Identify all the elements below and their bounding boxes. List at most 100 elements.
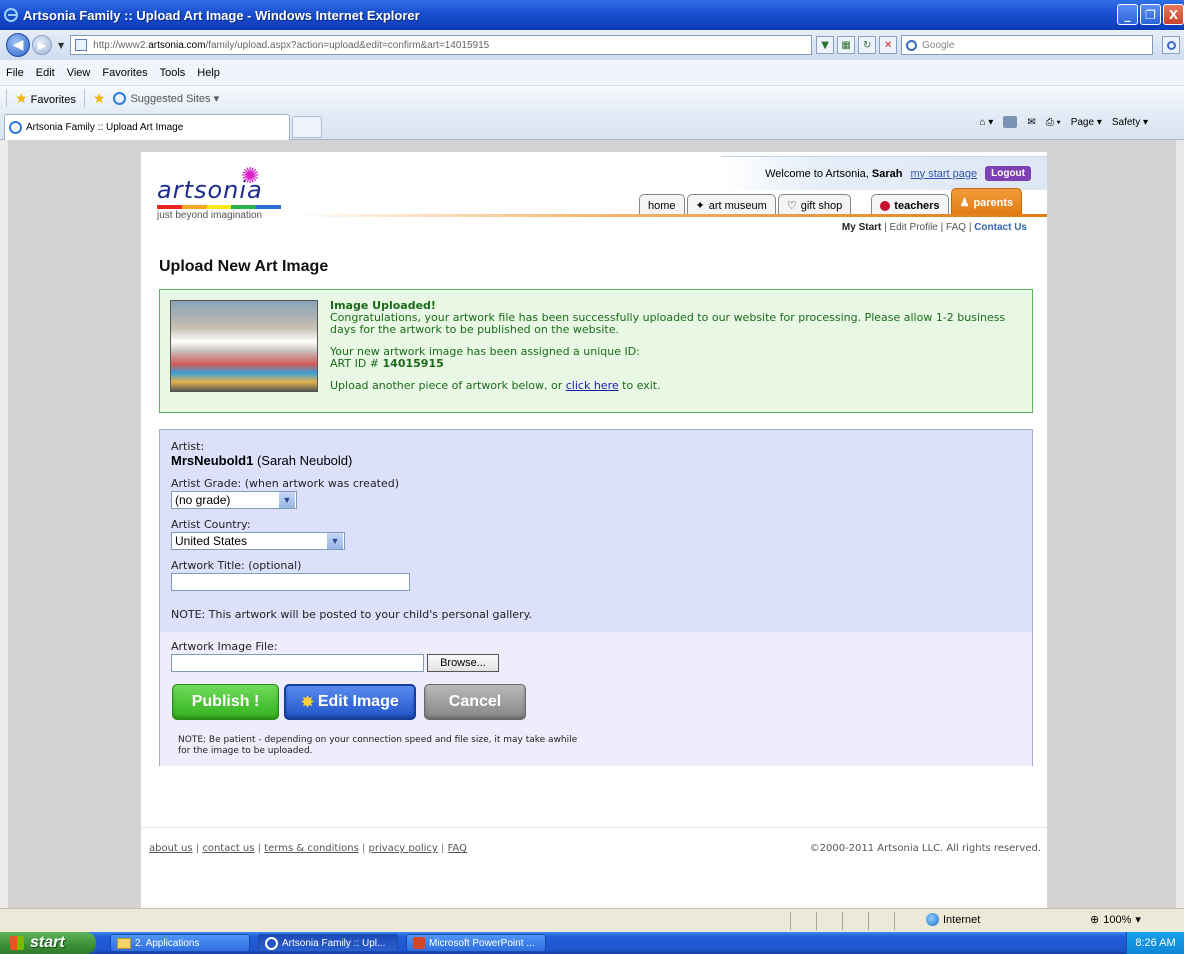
compatibility-view-icon[interactable]: ▦	[837, 36, 856, 54]
new-tab-button[interactable]	[292, 116, 322, 138]
art-id-value: 14015915	[382, 357, 444, 370]
status-segment	[842, 912, 868, 930]
success-body: Congratulations, your artwork file has b…	[330, 311, 1006, 336]
logo-wordmark: artsonia	[157, 176, 263, 204]
url-prefix: http://www2.	[93, 39, 149, 51]
footer-faq[interactable]: FAQ	[448, 843, 467, 854]
ie-logo-icon	[4, 8, 18, 22]
grade-select[interactable]: (no grade) ▼	[171, 491, 297, 509]
system-tray-clock[interactable]: 8:26 AM	[1126, 932, 1184, 954]
nav-parents[interactable]: ♟ parents	[950, 188, 1023, 216]
footer-links: about us | contact us | terms & conditio…	[149, 843, 467, 854]
history-dropdown-icon[interactable]: ▼	[58, 41, 64, 50]
suggested-sites-label: Suggested Sites ▾	[130, 92, 220, 105]
tab-artsonia[interactable]: Artsonia Family :: Upload Art Image	[4, 114, 290, 140]
subnav-sep: |	[937, 222, 947, 233]
nav-parents-label: parents	[973, 196, 1014, 209]
address-bar-row: ◀ ▶ ▼ http://www2. artsonia.com/family/up…	[0, 30, 1184, 60]
command-bar: ⌂ ▾ ✉ ⎙ ▾ Page ▾ Safety ▾	[979, 116, 1148, 128]
country-select[interactable]: United States ▼	[171, 532, 345, 550]
read-mail-icon[interactable]: ✉	[1027, 117, 1035, 128]
address-input[interactable]: http://www2. artsonia.com/family/upload.a…	[70, 35, 813, 55]
taskbar-item-label: Microsoft PowerPoint ...	[429, 937, 535, 949]
footer-contact-us[interactable]: contact us	[202, 843, 254, 854]
subnav-edit-profile[interactable]: Edit Profile	[890, 222, 938, 233]
security-zone[interactable]: Internet	[926, 913, 980, 926]
taskbar-item-powerpoint[interactable]: Microsoft PowerPoint ...	[406, 934, 546, 952]
menu-file[interactable]: File	[6, 67, 24, 79]
artwork-title-input[interactable]	[171, 573, 410, 591]
footer-about-us[interactable]: about us	[149, 843, 193, 854]
footer-terms[interactable]: terms & conditions	[264, 843, 359, 854]
parents-icon: ♟	[959, 197, 970, 209]
search-input[interactable]: Google	[901, 35, 1154, 55]
zoom-control[interactable]: ⊕ 100% ▾	[1090, 913, 1141, 927]
footer-privacy[interactable]: privacy policy	[369, 843, 438, 854]
menu-bar: File Edit View Favorites Tools Help	[0, 60, 1184, 86]
feeds-icon[interactable]	[1003, 116, 1018, 128]
gift-shop-icon: ♡	[786, 200, 797, 212]
windows-flag-icon	[10, 936, 24, 950]
start-button[interactable]: start	[0, 932, 96, 954]
vertical-scrollbar[interactable]	[1176, 140, 1184, 908]
artsonia-logo[interactable]: artsonia just beyond imagination	[157, 176, 281, 221]
exit-link[interactable]: click here	[566, 379, 619, 392]
forward-button[interactable]: ▶	[32, 35, 52, 55]
browse-button[interactable]: Browse...	[427, 654, 499, 672]
artist-name: MrsNeubold1 (Sarah Neubold)	[171, 453, 352, 468]
tab-ie-icon	[9, 121, 22, 134]
my-start-page-link[interactable]: my start page	[910, 168, 977, 180]
stop-icon[interactable]: ✕	[879, 36, 898, 54]
edit-image-label: Edit Image	[317, 693, 399, 710]
subnav-contact-us[interactable]: Contact Us	[974, 222, 1027, 233]
logout-button[interactable]: Logout	[985, 166, 1031, 181]
print-icon[interactable]: ⎙ ▾	[1046, 117, 1061, 128]
publish-button[interactable]: Publish !	[172, 684, 279, 720]
menu-edit[interactable]: Edit	[36, 67, 55, 79]
minimize-button[interactable]: _	[1117, 4, 1138, 25]
back-button[interactable]: ◀	[6, 33, 30, 57]
taskbar-item-artsonia[interactable]: Artsonia Family :: Upl...	[258, 934, 398, 952]
menu-view[interactable]: View	[67, 67, 91, 79]
subnav-my-start[interactable]: My Start	[842, 222, 881, 233]
welcome-text: Welcome to Artsonia, Sarah	[765, 168, 902, 180]
maximize-button[interactable]: ❐	[1140, 4, 1161, 25]
add-favorite-icon[interactable]: ★	[93, 90, 106, 107]
subnav-sep: |	[881, 222, 890, 233]
artist-fullname: (Sarah Neubold)	[256, 453, 353, 468]
subnav-faq[interactable]: FAQ	[946, 222, 966, 233]
nav-gift-shop[interactable]: ♡ gift shop	[777, 194, 852, 216]
menu-help[interactable]: Help	[197, 67, 220, 79]
page-menu[interactable]: Page ▾	[1071, 117, 1102, 128]
magic-wand-icon: ✸	[301, 694, 314, 711]
menu-tools[interactable]: Tools	[160, 67, 186, 79]
start-label: start	[30, 934, 65, 951]
nav-art-museum[interactable]: ✦ art museum	[686, 194, 776, 216]
page-title: Upload New Art Image	[159, 258, 329, 275]
copyright: ©2000-2011 Artsonia LLC. All rights rese…	[809, 843, 1041, 854]
url-domain: artsonia.com	[148, 39, 206, 51]
home-icon[interactable]: ⌂ ▾	[979, 117, 993, 128]
nav-teachers[interactable]: teachers	[871, 194, 949, 216]
favorites-button[interactable]: ★ Favorites	[15, 90, 76, 107]
toolbar-grip	[6, 89, 7, 107]
cancel-button[interactable]: Cancel	[424, 684, 526, 720]
nav-home[interactable]: home	[639, 194, 685, 216]
close-button[interactable]: X	[1163, 4, 1184, 25]
window-controls: _ ❐ X	[1117, 4, 1184, 25]
page-container: artsonia just beyond imagination ✺ Welco…	[141, 152, 1047, 908]
safety-menu[interactable]: Safety ▾	[1112, 117, 1148, 128]
suggested-sites-button[interactable]: Suggested Sites ▾	[113, 91, 220, 105]
menu-favorites[interactable]: Favorites	[102, 67, 147, 79]
taskbar-item-applications[interactable]: 2. Applications	[110, 934, 250, 952]
search-button[interactable]	[1162, 36, 1180, 54]
favorites-label: Favorites	[30, 93, 76, 106]
edit-image-button[interactable]: ✸ Edit Image	[284, 684, 416, 720]
grade-value: (no grade)	[175, 493, 231, 507]
file-path-input[interactable]	[171, 654, 424, 672]
search-provider-icon	[906, 39, 918, 51]
exit-prefix: Upload another piece of artwork below, o…	[330, 379, 563, 392]
address-dropdown-icon[interactable]: ▼	[816, 36, 835, 54]
refresh-icon[interactable]: ↻	[858, 36, 877, 54]
favorites-bar: ★ Favorites ★ Suggested Sites ▾	[0, 86, 1184, 110]
